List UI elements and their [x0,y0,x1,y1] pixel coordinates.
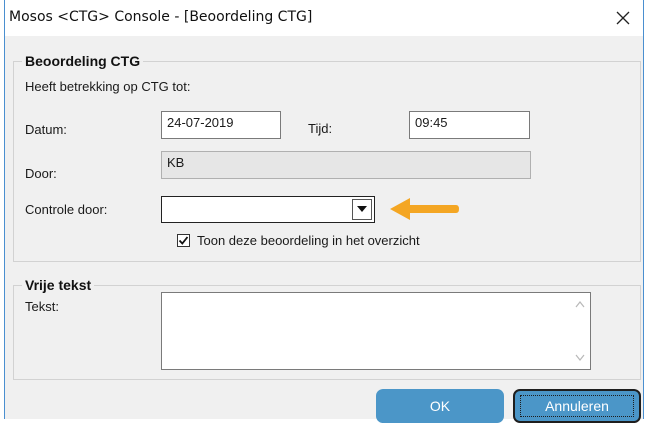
chevron-down-icon [357,206,367,212]
beoordeling-legend: Beoordeling CTG [22,53,144,69]
tijd-label: Tijd: [308,121,333,136]
tijd-field[interactable]: 09:45 [409,111,530,139]
datum-field[interactable]: 24-07-2019 [161,111,281,139]
arrow-left-icon [390,198,459,220]
dialog-window: Mosos <CTG> Console - [Beoordeling CTG] … [4,0,644,423]
close-icon [616,11,630,25]
cancel-button[interactable]: Annuleren [513,389,641,423]
door-label: Door: [25,166,57,181]
window-title: Mosos <CTG> Console - [Beoordeling CTG] [9,9,313,25]
tekst-label: Tekst: [25,299,59,314]
cancel-label: Annuleren [545,398,609,414]
door-field: KB [161,151,531,179]
checkbox-label[interactable]: Toon deze beoordeling in het overzicht [197,233,420,248]
vrije-tekst-legend: Vrije tekst [22,277,95,293]
ok-button[interactable]: OK [376,389,504,423]
subtitle-label: Heeft betrekking op CTG tot: [25,79,191,94]
checkmark-icon [178,236,189,245]
controle-dropdown[interactable] [161,196,375,223]
scroll-up-icon[interactable] [574,299,586,311]
tekst-textarea[interactable] [161,292,591,370]
show-in-overview-checkbox[interactable] [177,234,190,247]
dropdown-button[interactable] [352,199,372,220]
datum-label: Datum: [25,122,67,137]
close-button[interactable] [609,4,637,32]
scroll-down-icon[interactable] [574,351,586,363]
controle-label: Controle door: [25,202,108,217]
title-bar: Mosos <CTG> Console - [Beoordeling CTG] [5,0,643,36]
